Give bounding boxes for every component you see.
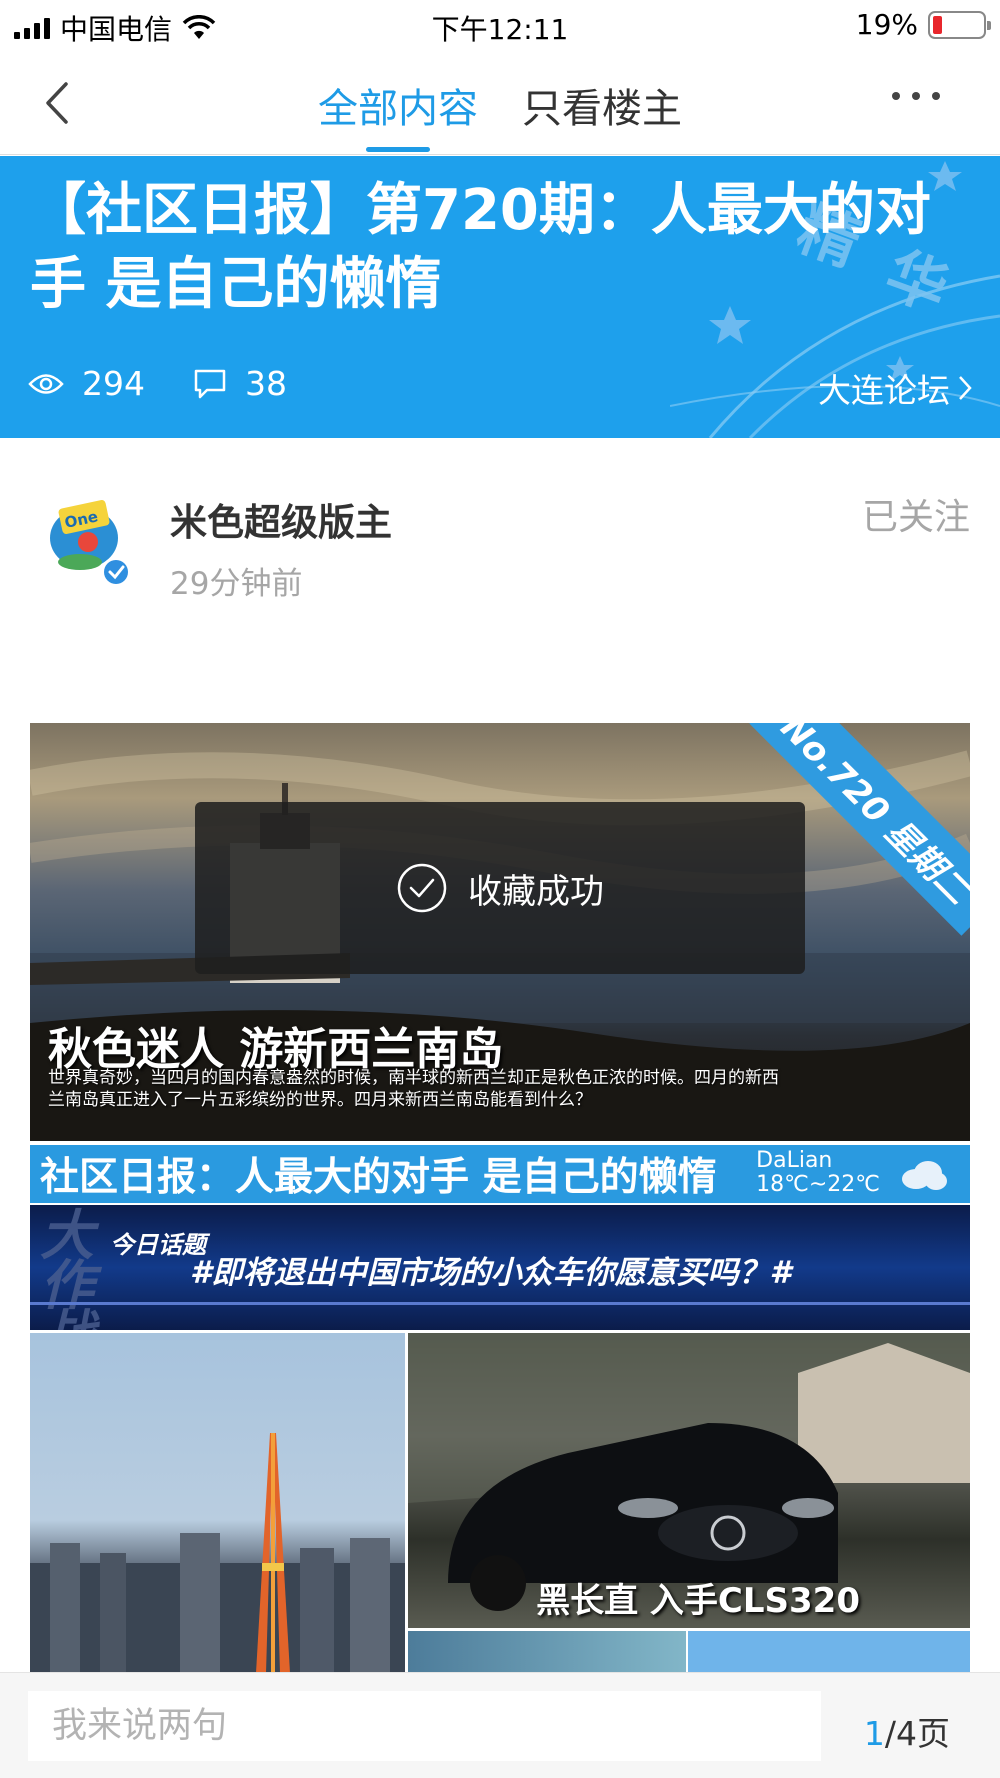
forum-link[interactable]: 大连论坛 [818,364,974,412]
thread-header-banner: 精 华 【社区日报】第720期：人最大的对手 是自己的懒惰 294 38 大连论… [0,156,1000,438]
view-count-value: 294 [82,364,145,403]
comment-count-value: 38 [245,364,287,403]
chevron-right-icon [959,376,972,400]
toast-message: 收藏成功 [468,871,604,912]
author-section: One 米色超级版主 29分钟前 已关注 [0,438,1000,678]
check-circle-icon [397,863,447,913]
status-bar: 中国电信 下午12:11 19% [0,0,1000,50]
weather-temp: 18℃~22℃ [756,1172,880,1197]
page-current: 1 [863,1714,885,1753]
tab-author-only[interactable]: 只看楼主 [522,76,682,152]
status-right: 19% [855,8,991,41]
car-caption: 黑长直 入手CLS320 [536,1581,860,1621]
page-total: /4页 [884,1714,950,1753]
car-photo: 黑长直 入手CLS320 [408,1333,970,1628]
topic-text: #即将退出中国市场的小众车你愿意买吗？# [190,1255,792,1291]
topic-banner: 大 作 战 今日话题 #即将退出中国市场的小众车你愿意买吗？# [30,1205,970,1330]
view-count: 294 [28,364,145,403]
nav-bar: 全部内容 只看楼主 [0,50,1000,155]
thread-title: 【社区日报】第720期：人最大的对手 是自己的懒惰 [30,178,931,317]
tokyo-tower-photo [30,1333,405,1673]
photo-strip-right [688,1631,970,1673]
avatar[interactable]: One [40,490,142,592]
follow-button[interactable]: 已关注 [862,488,970,540]
comment-count: 38 [193,364,287,403]
battery-icon [928,10,991,39]
comment-input[interactable] [28,1691,821,1761]
bottom-bar: 1/4页 [0,1672,1000,1778]
battery-percent: 19% [855,8,918,41]
eye-icon [28,373,64,394]
more-dots-icon[interactable] [892,92,940,100]
forum-name: 大连论坛 [818,371,950,410]
cloud-icon [902,1161,947,1190]
image-description: 世界真奇妙，当四月的国内春意盎然的时候，南半球的新西兰却正是秋色正浓的时候。四月… [48,1068,779,1110]
daily-report-title: 社区日报：人最大的对手 是自己的懒惰 [40,1155,717,1200]
topic-background-text: 大 作 战 [40,1205,94,1331]
author-name[interactable]: 米色超级版主 [170,492,392,546]
photo-strip-left [408,1631,686,1673]
status-time: 下午12:11 [431,13,569,46]
comment-icon [194,369,226,398]
tab-all-content[interactable]: 全部内容 [318,76,478,152]
toast-notification: 收藏成功 [195,802,805,974]
thread-stats: 294 38 [28,364,335,403]
city-skyline [30,1433,405,1673]
weather-city: DaLian [756,1148,833,1173]
page-indicator[interactable]: 1/4页 [864,1707,950,1755]
tab-bar: 全部内容 只看楼主 [0,76,1000,152]
daily-report-banner: 社区日报：人最大的对手 是自己的懒惰 DaLian 18℃~22℃ [30,1145,970,1203]
battery-fill [933,15,943,34]
weather-info: DaLian 18℃~22℃ [756,1149,880,1197]
post-time: 29分钟前 [170,566,303,602]
topic-divider [30,1302,970,1305]
